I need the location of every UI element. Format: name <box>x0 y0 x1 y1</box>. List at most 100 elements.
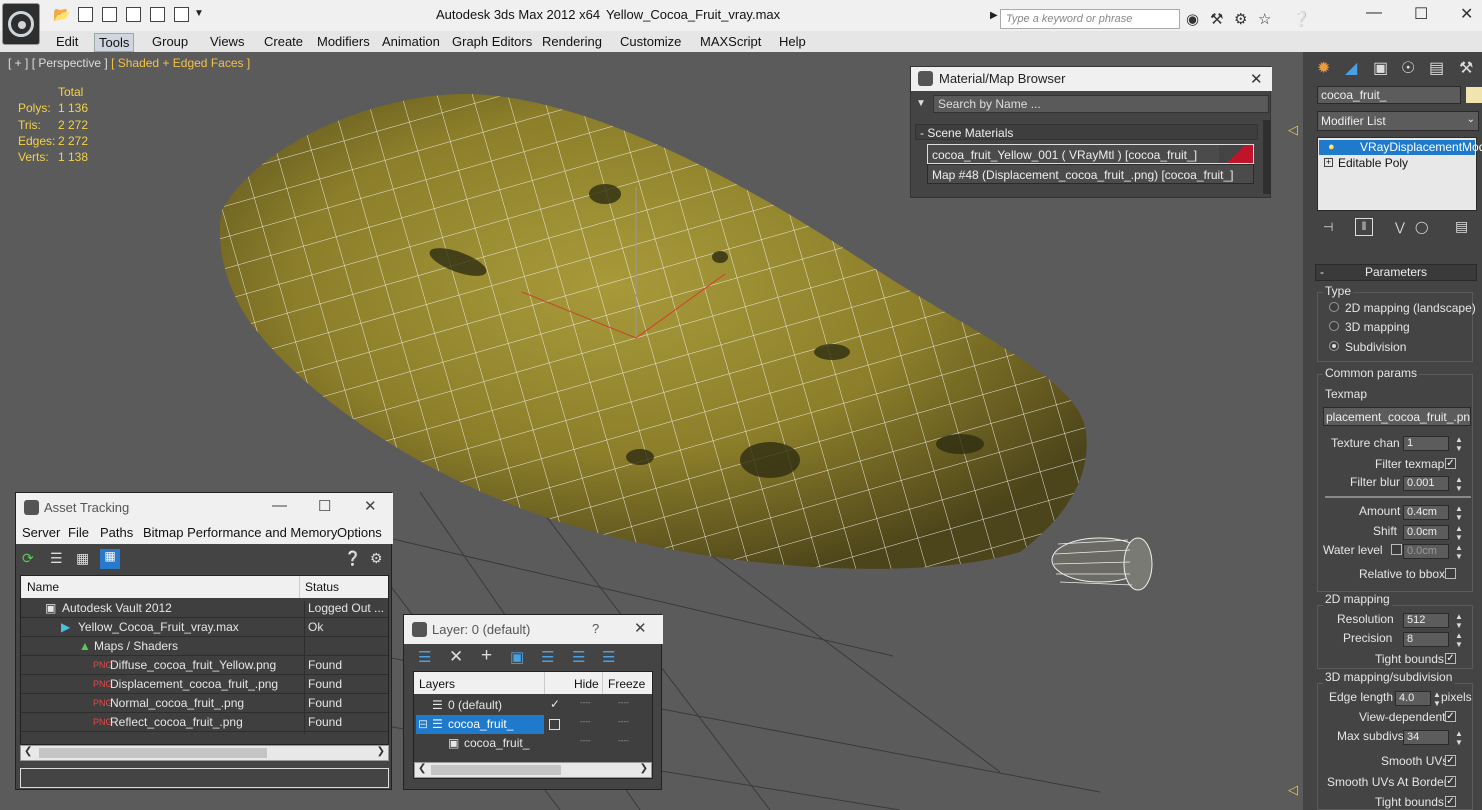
spinner-arrows-icon[interactable]: ▲ ▼ <box>1455 631 1463 649</box>
menu-modifiers[interactable]: Modifiers <box>313 33 374 50</box>
spinner-arrows-icon[interactable]: ▲ ▼ <box>1455 729 1463 747</box>
viewport-label[interactable]: [ + ] [ Perspective ] [ Shaded + Edged F… <box>8 56 250 70</box>
column-freeze[interactable]: Freeze <box>608 677 645 691</box>
menu-views[interactable]: Views <box>206 33 248 50</box>
freeze-all-icon[interactable]: ☰ <box>602 648 615 666</box>
maximize-icon[interactable]: ☐ <box>318 497 331 515</box>
amount-spinner[interactable]: 0.4cm <box>1403 505 1449 520</box>
search-input[interactable]: Type a keyword or phrase <box>1000 9 1180 29</box>
utilities-tab-icon[interactable]: ⚒ <box>1459 58 1473 78</box>
scroll-thumb[interactable] <box>39 748 267 758</box>
spinner-arrows-icon[interactable]: ▲ ▼ <box>1455 524 1463 542</box>
viewport-shading-mode[interactable]: [ Shaded + Edged Faces ] <box>111 56 250 70</box>
scroll-left-icon[interactable]: ❮ <box>24 746 32 757</box>
spinner-arrows-icon[interactable]: ▲ ▼ <box>1455 435 1463 453</box>
hide-toggle[interactable]: ---- <box>580 736 591 745</box>
scene-materials-header[interactable]: - Scene Materials <box>915 124 1258 140</box>
close-icon[interactable]: ✕ <box>364 497 377 515</box>
map-item[interactable]: Map #48 (Displacement_cocoa_fruit_.png) … <box>927 164 1254 184</box>
hide-toggle[interactable]: ---- <box>580 717 591 726</box>
material-browser-scrollbar[interactable] <box>1263 120 1271 194</box>
material-search-input[interactable]: Search by Name ... <box>933 95 1269 113</box>
freeze-toggle[interactable]: ---- <box>618 736 629 745</box>
pin-stack-icon[interactable]: ⊣ <box>1323 220 1333 234</box>
radio-subdivision[interactable] <box>1329 341 1339 351</box>
spinner-arrows-icon[interactable]: ▲ ▼ <box>1455 475 1463 493</box>
menu-graph-editors[interactable]: Graph Editors <box>448 33 536 50</box>
relative-bbox-checkbox[interactable] <box>1445 568 1456 579</box>
texmap-button[interactable]: placement_cocoa_fruit_.png) <box>1323 407 1471 426</box>
spinner-arrows-icon[interactable]: ▲ ▼ <box>1433 690 1441 708</box>
table-row[interactable]: PNG Diffuse_cocoa_fruit_Yellow.png Found <box>21 656 388 677</box>
resolution-spinner[interactable]: 512 <box>1403 613 1449 628</box>
stack-item-vraydisplacementmod[interactable]: VRayDisplacementMod <box>1319 140 1482 155</box>
create-tab-icon[interactable]: ✹ <box>1317 58 1330 78</box>
hide-all-icon[interactable]: ☰ <box>572 648 585 666</box>
freeze-toggle[interactable]: ---- <box>618 698 629 707</box>
menu-customize[interactable]: Customize <box>616 33 685 50</box>
asset-path-field[interactable] <box>20 768 389 788</box>
help-icon[interactable]: ❔ <box>344 550 361 567</box>
menu-bitmap-performance[interactable]: Bitmap Performance and Memory <box>143 525 337 540</box>
parameters-rollout-header[interactable]: - Parameters <box>1315 264 1477 281</box>
new-layer-icon[interactable]: ☰ <box>418 648 431 666</box>
column-layers[interactable]: Layers <box>419 677 455 691</box>
save-icon[interactable] <box>78 7 93 22</box>
scroll-right-icon[interactable]: ❯ <box>377 746 385 757</box>
object-row[interactable]: ▣ cocoa_fruit_ ---- ---- <box>414 734 652 753</box>
collapse-icon[interactable]: ⊟ <box>418 717 428 731</box>
display-tab-icon[interactable]: ▤ <box>1429 58 1444 78</box>
viewport-view-name[interactable]: [ Perspective ] <box>32 56 108 70</box>
menu-file[interactable]: File <box>68 525 89 540</box>
filter-blur-spinner[interactable]: 0.001 <box>1403 476 1449 491</box>
modify-tab-icon[interactable]: ◢ <box>1345 58 1357 78</box>
dropdown-icon[interactable]: ▼ <box>194 8 204 19</box>
column-name[interactable]: Name <box>27 580 59 594</box>
water-level-spinner[interactable]: 0.0cm <box>1403 544 1449 559</box>
expand-icon[interactable]: + <box>1324 158 1333 167</box>
scroll-right-icon[interactable]: ❯ <box>640 763 648 774</box>
make-unique-icon[interactable]: ⋁ <box>1395 220 1405 234</box>
table-row[interactable]: PNG Reflect_cocoa_fruit_.png Found <box>21 713 388 734</box>
redo-icon[interactable] <box>126 7 141 22</box>
smooth-uvs-checkbox[interactable]: ✓ <box>1445 755 1456 766</box>
menu-edit[interactable]: Edit <box>52 33 82 50</box>
precision-spinner[interactable]: 8 <box>1403 632 1449 647</box>
column-status[interactable]: Status <box>305 580 339 594</box>
max-subdivs-spinner[interactable]: 34 <box>1403 730 1449 745</box>
hold-icon[interactable] <box>150 7 165 22</box>
menu-create[interactable]: Create <box>260 33 307 50</box>
texture-chan-spinner[interactable]: 1 <box>1403 436 1449 451</box>
water-level-checkbox[interactable] <box>1391 544 1402 555</box>
table-row[interactable]: ▲ Maps / Shaders <box>21 637 388 658</box>
refresh-icon[interactable]: ⟳ <box>22 550 34 567</box>
menu-help[interactable]: Help <box>775 33 810 50</box>
layer-row[interactable]: ☰ 0 (default) ✓ ---- ---- <box>414 696 652 715</box>
table-view-icon[interactable]: ▦ <box>100 549 120 569</box>
menu-options[interactable]: Options <box>337 525 382 540</box>
table-row[interactable]: PNG Displacement_cocoa_fruit_.png Found <box>21 675 388 696</box>
show-end-result-icon[interactable]: ‖ <box>1355 218 1373 236</box>
viewport-menu-plus[interactable]: [ + ] <box>8 56 28 70</box>
app-logo-icon[interactable] <box>2 3 40 45</box>
minimize-icon[interactable]: — <box>272 497 287 514</box>
radio-2d-mapping[interactable] <box>1329 302 1339 312</box>
freeze-toggle[interactable]: ---- <box>618 717 629 726</box>
infocenter-icon[interactable]: ⚙ <box>1234 10 1247 28</box>
tools-icon[interactable]: ⚒ <box>1210 10 1223 28</box>
horizontal-scrollbar[interactable]: ❮ ❯ <box>20 745 389 761</box>
fetch-icon[interactable] <box>174 7 189 22</box>
scroll-thumb[interactable] <box>431 765 561 775</box>
add-to-layer-icon[interactable]: + <box>481 645 492 667</box>
table-row[interactable]: ▣ Autodesk Vault 2012 Logged Out ... <box>21 599 388 620</box>
spinner-arrows-icon[interactable]: ▲ ▼ <box>1455 612 1463 630</box>
shift-spinner[interactable]: 0.0cm <box>1403 525 1449 540</box>
delete-layer-icon[interactable]: ✕ <box>449 647 463 667</box>
maximize-icon[interactable]: ☐ <box>1414 4 1428 24</box>
lightbulb-icon[interactable]: ● <box>1328 141 1335 153</box>
tight-bounds-checkbox[interactable]: ✓ <box>1445 653 1456 664</box>
minimize-icon[interactable]: — <box>1366 4 1382 22</box>
table-row[interactable]: ▶ Yellow_Cocoa_Fruit_vray.max Ok <box>21 618 388 639</box>
scroll-left-icon[interactable]: ❮ <box>418 763 426 774</box>
close-icon[interactable]: ✕ <box>634 619 647 637</box>
